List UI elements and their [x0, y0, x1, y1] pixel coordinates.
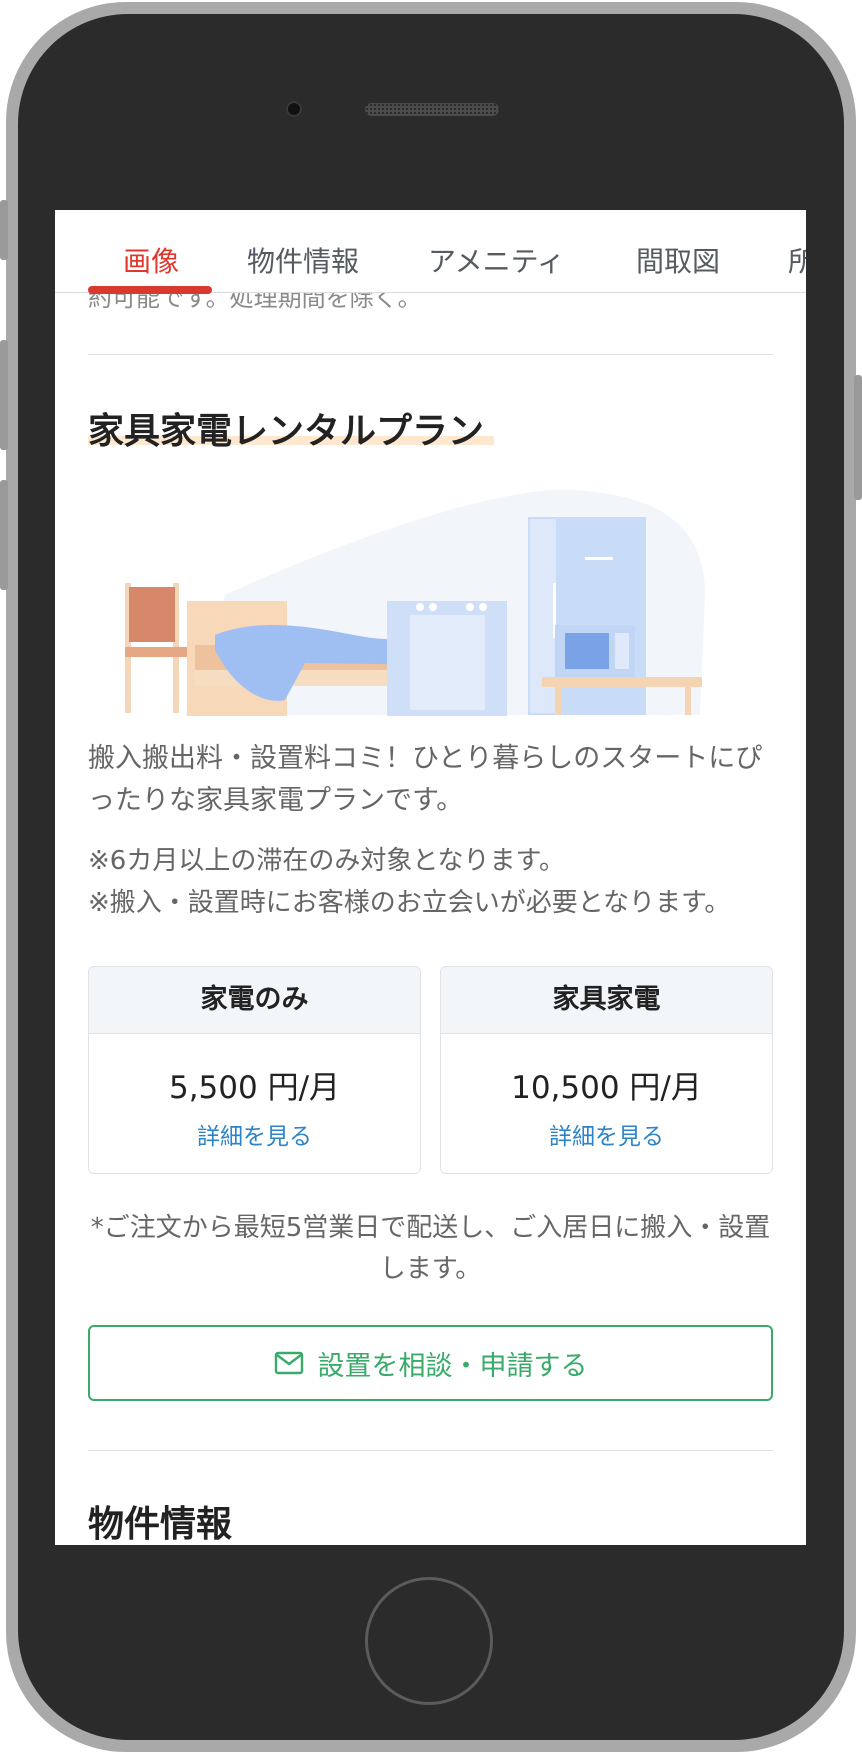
active-tab-indicator	[88, 286, 212, 294]
plan-price: 5,500 円/月	[168, 1070, 341, 1106]
plan-details-link[interactable]: 詳細を見る	[89, 1117, 420, 1151]
plan-card-appliances: 家電のみ 5,500 円/月 詳細を見る	[88, 966, 421, 1174]
tab-floor-plan[interactable]: 間取図	[636, 240, 720, 280]
tab-property-info[interactable]: 物件情報	[247, 240, 359, 280]
rental-note-attendance: ※搬入・設置時にお客様のお立会いが必要となります。	[88, 888, 731, 918]
section-divider	[88, 1450, 773, 1451]
plan-price: 10,500 円/月	[511, 1070, 702, 1106]
rental-description: 搬入搬出料・設置料コミ！ひとり暮らしのスタートにぴったりな家具家電プランです。	[88, 743, 763, 816]
tab-amenities[interactable]: アメニティ	[428, 240, 565, 280]
plan-card-furniture-appliances: 家具家電 10,500 円/月 詳細を見る	[440, 966, 773, 1174]
side-button-power	[854, 375, 862, 500]
furniture-illustration	[125, 489, 705, 716]
delivery-note: *ご注文から最短5営業日で配送し、ご入居日に搬入・設置します。	[90, 1213, 771, 1284]
consult-apply-button[interactable]: 設置を相談・申請する	[88, 1325, 773, 1401]
tab-location[interactable]: 所	[788, 240, 806, 280]
front-camera	[286, 101, 302, 117]
plan-details-link[interactable]: 詳細を見る	[441, 1117, 772, 1151]
side-button-mute	[0, 200, 8, 260]
earpiece-speaker	[365, 103, 499, 116]
side-button-volume-up	[0, 340, 8, 450]
section-divider	[88, 354, 773, 355]
consult-button-label: 設置を相談・申請する	[317, 1350, 588, 1382]
plan-name: 家電のみ	[89, 967, 420, 1034]
tab-bar: 画像 物件情報 アメニティ 間取図 所	[55, 210, 806, 294]
home-button[interactable]	[365, 1577, 493, 1705]
tab-images[interactable]: 画像	[123, 240, 179, 280]
screen: 約可能です。処理期間を除く。 画像 物件情報 アメニティ 間取図 所 家具家電レ…	[55, 210, 806, 1545]
side-button-volume-down	[0, 480, 8, 590]
property-info-title: 物件情報	[88, 1504, 233, 1545]
plan-name: 家具家電	[441, 967, 772, 1034]
mail-icon	[274, 1351, 303, 1375]
rental-note-duration: ※6カ月以上の滞在のみ対象となります。	[88, 846, 565, 876]
rental-section-title: 家具家電レンタルプラン	[88, 411, 485, 452]
